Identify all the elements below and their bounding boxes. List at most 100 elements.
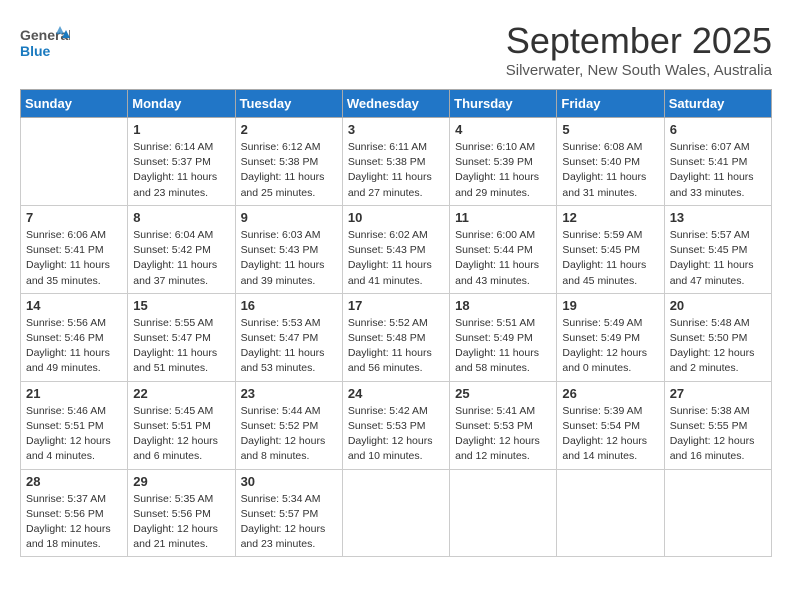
day-number: 11 (455, 210, 551, 225)
day-number: 7 (26, 210, 122, 225)
table-row (557, 469, 664, 557)
table-row: 14 Sunrise: 5:56 AM Sunset: 5:46 PM Dayli… (21, 293, 128, 381)
day-info: Sunrise: 6:02 AM Sunset: 5:43 PM Dayligh… (348, 228, 444, 289)
day-number: 9 (241, 210, 337, 225)
calendar-week-row: 14 Sunrise: 5:56 AM Sunset: 5:46 PM Dayli… (21, 293, 772, 381)
table-row: 3 Sunrise: 6:11 AM Sunset: 5:38 PM Daylig… (342, 118, 449, 206)
table-row: 12 Sunrise: 5:59 AM Sunset: 5:45 PM Dayli… (557, 205, 664, 293)
header-thursday: Thursday (450, 90, 557, 118)
day-info: Sunrise: 6:04 AM Sunset: 5:42 PM Dayligh… (133, 228, 229, 289)
table-row: 18 Sunrise: 5:51 AM Sunset: 5:49 PM Dayli… (450, 293, 557, 381)
day-info: Sunrise: 5:44 AM Sunset: 5:52 PM Dayligh… (241, 404, 337, 465)
day-info: Sunrise: 5:42 AM Sunset: 5:53 PM Dayligh… (348, 404, 444, 465)
table-row: 25Sunrise: 5:41 AM Sunset: 5:53 PM Dayli… (450, 381, 557, 469)
day-info: Sunrise: 5:45 AM Sunset: 5:51 PM Dayligh… (133, 404, 229, 465)
day-info: Sunrise: 5:48 AM Sunset: 5:50 PM Dayligh… (670, 316, 766, 377)
table-row: 28Sunrise: 5:37 AM Sunset: 5:56 PM Dayli… (21, 469, 128, 557)
day-info: Sunrise: 6:07 AM Sunset: 5:41 PM Dayligh… (670, 140, 766, 201)
calendar-week-row: 28Sunrise: 5:37 AM Sunset: 5:56 PM Dayli… (21, 469, 772, 557)
day-number: 5 (562, 122, 658, 137)
table-row: 15 Sunrise: 5:55 AM Sunset: 5:47 PM Dayli… (128, 293, 235, 381)
table-row: 23 Sunrise: 5:44 AM Sunset: 5:52 PM Dayli… (235, 381, 342, 469)
day-number: 23 (241, 386, 337, 401)
calendar-week-row: 1Sunrise: 6:14 AM Sunset: 5:37 PM Daylig… (21, 118, 772, 206)
table-row (664, 469, 771, 557)
day-number: 22 (133, 386, 229, 401)
svg-text:General: General (20, 27, 70, 43)
day-number: 3 (348, 122, 444, 137)
table-row: 17 Sunrise: 5:52 AM Sunset: 5:48 PM Dayli… (342, 293, 449, 381)
day-info: Sunrise: 6:10 AM Sunset: 5:39 PM Dayligh… (455, 140, 551, 201)
day-number: 1 (133, 122, 229, 137)
day-number: 30 (241, 474, 337, 489)
day-info: Sunrise: 5:38 AM Sunset: 5:55 PM Dayligh… (670, 404, 766, 465)
title-block: September 2025 Silverwater, New South Wa… (506, 20, 772, 79)
day-info: Sunrise: 5:46 AM Sunset: 5:51 PM Dayligh… (26, 404, 122, 465)
day-info: Sunrise: 6:11 AM Sunset: 5:38 PM Dayligh… (348, 140, 444, 201)
day-info: Sunrise: 5:35 AM Sunset: 5:56 PM Dayligh… (133, 492, 229, 553)
table-row: 7 Sunrise: 6:06 AM Sunset: 5:41 PM Daylig… (21, 205, 128, 293)
calendar-header-row: Sunday Monday Tuesday Wednesday Thursday… (21, 90, 772, 118)
table-row: 22 Sunrise: 5:45 AM Sunset: 5:51 PM Dayli… (128, 381, 235, 469)
header-sunday: Sunday (21, 90, 128, 118)
header-saturday: Saturday (664, 90, 771, 118)
day-number: 17 (348, 298, 444, 313)
day-number: 4 (455, 122, 551, 137)
day-info: Sunrise: 6:08 AM Sunset: 5:40 PM Dayligh… (562, 140, 658, 201)
day-number: 14 (26, 298, 122, 313)
day-info: Sunrise: 6:12 AM Sunset: 5:38 PM Dayligh… (241, 140, 337, 201)
table-row: 27Sunrise: 5:38 AM Sunset: 5:55 PM Dayli… (664, 381, 771, 469)
day-number: 12 (562, 210, 658, 225)
day-info: Sunrise: 6:06 AM Sunset: 5:41 PM Dayligh… (26, 228, 122, 289)
day-number: 15 (133, 298, 229, 313)
table-row (21, 118, 128, 206)
day-info: Sunrise: 5:52 AM Sunset: 5:48 PM Dayligh… (348, 316, 444, 377)
table-row: 13 Sunrise: 5:57 AM Sunset: 5:45 PM Dayli… (664, 205, 771, 293)
page-container: General Blue September 2025 Silverwater,… (20, 20, 772, 557)
header-wednesday: Wednesday (342, 90, 449, 118)
month-title: September 2025 (506, 20, 772, 62)
table-row: 8Sunrise: 6:04 AM Sunset: 5:42 PM Daylig… (128, 205, 235, 293)
day-number: 26 (562, 386, 658, 401)
day-number: 28 (26, 474, 122, 489)
day-number: 2 (241, 122, 337, 137)
table-row: 20 Sunrise: 5:48 AM Sunset: 5:50 PM Dayli… (664, 293, 771, 381)
table-row: 19 Sunrise: 5:49 AM Sunset: 5:49 PM Dayli… (557, 293, 664, 381)
logo-icon: General Blue (20, 20, 70, 65)
day-number: 24 (348, 386, 444, 401)
table-row: 1Sunrise: 6:14 AM Sunset: 5:37 PM Daylig… (128, 118, 235, 206)
day-number: 29 (133, 474, 229, 489)
day-info: Sunrise: 5:39 AM Sunset: 5:54 PM Dayligh… (562, 404, 658, 465)
svg-text:Blue: Blue (20, 43, 51, 59)
day-number: 19 (562, 298, 658, 313)
day-info: Sunrise: 6:00 AM Sunset: 5:44 PM Dayligh… (455, 228, 551, 289)
day-info: Sunrise: 5:55 AM Sunset: 5:47 PM Dayligh… (133, 316, 229, 377)
calendar-week-row: 21 Sunrise: 5:46 AM Sunset: 5:51 PM Dayli… (21, 381, 772, 469)
table-row: 26 Sunrise: 5:39 AM Sunset: 5:54 PM Dayli… (557, 381, 664, 469)
day-number: 13 (670, 210, 766, 225)
table-row: 21 Sunrise: 5:46 AM Sunset: 5:51 PM Dayli… (21, 381, 128, 469)
day-number: 16 (241, 298, 337, 313)
day-info: Sunrise: 5:51 AM Sunset: 5:49 PM Dayligh… (455, 316, 551, 377)
table-row: 29 Sunrise: 5:35 AM Sunset: 5:56 PM Dayli… (128, 469, 235, 557)
day-info: Sunrise: 5:53 AM Sunset: 5:47 PM Dayligh… (241, 316, 337, 377)
table-row: 30Sunrise: 5:34 AM Sunset: 5:57 PM Dayli… (235, 469, 342, 557)
day-number: 10 (348, 210, 444, 225)
day-number: 18 (455, 298, 551, 313)
day-number: 20 (670, 298, 766, 313)
table-row: 11 Sunrise: 6:00 AM Sunset: 5:44 PM Dayli… (450, 205, 557, 293)
location: Silverwater, New South Wales, Australia (506, 62, 772, 79)
day-info: Sunrise: 5:59 AM Sunset: 5:45 PM Dayligh… (562, 228, 658, 289)
calendar-week-row: 7 Sunrise: 6:06 AM Sunset: 5:41 PM Daylig… (21, 205, 772, 293)
table-row: 24 Sunrise: 5:42 AM Sunset: 5:53 PM Dayli… (342, 381, 449, 469)
table-row: 9Sunrise: 6:03 AM Sunset: 5:43 PM Daylig… (235, 205, 342, 293)
table-row: 2 Sunrise: 6:12 AM Sunset: 5:38 PM Daylig… (235, 118, 342, 206)
day-info: Sunrise: 5:56 AM Sunset: 5:46 PM Dayligh… (26, 316, 122, 377)
header-monday: Monday (128, 90, 235, 118)
table-row: 16 Sunrise: 5:53 AM Sunset: 5:47 PM Dayli… (235, 293, 342, 381)
calendar-table: Sunday Monday Tuesday Wednesday Thursday… (20, 89, 772, 557)
day-info: Sunrise: 5:49 AM Sunset: 5:49 PM Dayligh… (562, 316, 658, 377)
day-number: 21 (26, 386, 122, 401)
day-number: 25 (455, 386, 551, 401)
day-info: Sunrise: 5:57 AM Sunset: 5:45 PM Dayligh… (670, 228, 766, 289)
